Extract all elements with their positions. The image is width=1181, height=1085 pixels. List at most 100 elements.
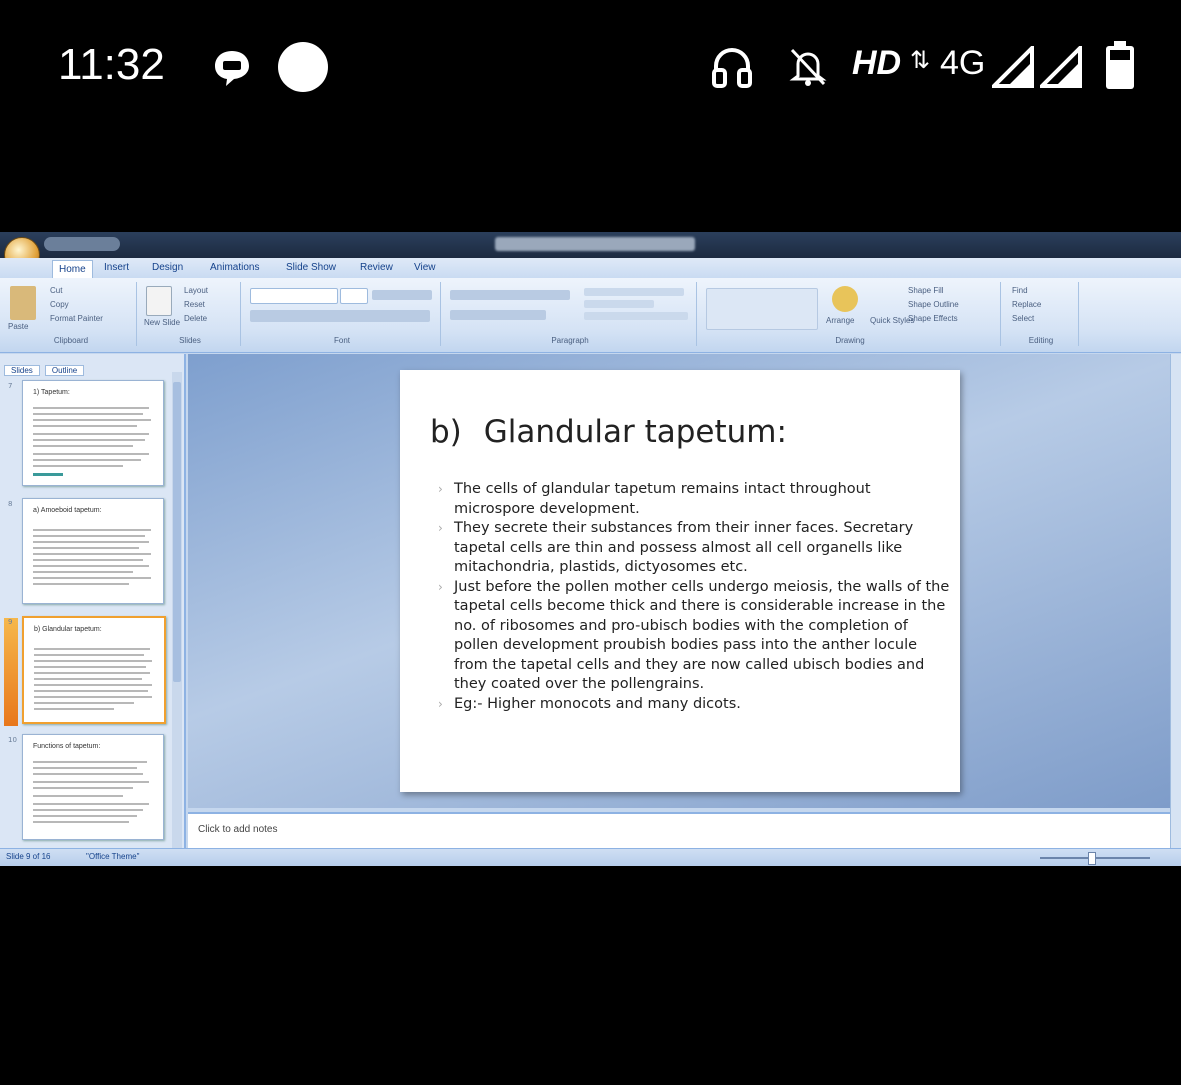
font-size-buttons[interactable]	[372, 290, 432, 300]
paste-label: Paste	[8, 322, 29, 331]
list-buttons[interactable]	[450, 290, 570, 300]
editing-group: Find Replace Select Editing	[1004, 282, 1079, 346]
thumbnail-number: 9	[8, 618, 13, 626]
clipboard-group: Paste Cut Copy Format Painter Clipboard	[6, 282, 137, 346]
slide-editing-area: b) Glandular tapetum: › The cells of gland…	[188, 354, 1170, 808]
slides-panel: Slides Outline 7 1) Tapetum: 8 a) Amoebo…	[0, 354, 186, 848]
paragraph-group: Paragraph	[444, 282, 697, 346]
tab-home[interactable]: Home	[52, 260, 93, 279]
align-text-button[interactable]	[584, 300, 654, 308]
thumbnail-number: 7	[8, 382, 13, 390]
font-format-buttons[interactable]	[250, 310, 430, 322]
powerpoint-window: Home Insert Design Animations Slide Show…	[0, 232, 1181, 866]
font-name-box[interactable]	[250, 288, 338, 304]
tab-insert[interactable]: Insert	[104, 262, 129, 273]
ribbon: Paste Cut Copy Format Painter Clipboard …	[0, 278, 1181, 353]
hd-indicator: HD	[852, 44, 902, 82]
bullet-item: › Eg:- Higher monocots and many dicots.	[438, 695, 741, 712]
shape-fill-button[interactable]: Shape Fill	[908, 286, 944, 295]
title-number: b)	[430, 414, 462, 450]
tab-review[interactable]: Review	[360, 262, 393, 273]
thumbnail-number: 8	[8, 500, 13, 508]
bullet-item: › Just before the pollen mother cells und…	[438, 578, 950, 693]
group-label: Paragraph	[551, 336, 589, 345]
selected-slide-marker	[4, 618, 18, 726]
shape-outline-button[interactable]: Shape Outline	[908, 300, 959, 309]
slide-counter: Slide 9 of 16	[6, 852, 51, 861]
android-status-bar: 11:32 HD ⇅ 4G	[0, 0, 1181, 140]
text-direction-button[interactable]	[584, 288, 684, 296]
headphones-icon	[712, 48, 752, 88]
select-button[interactable]: Select	[1012, 314, 1034, 323]
find-button[interactable]: Find	[1012, 286, 1028, 295]
tab-slides[interactable]: Slides	[4, 365, 40, 376]
group-label: Clipboard	[53, 336, 89, 345]
shape-effects-button[interactable]: Shape Effects	[908, 314, 958, 323]
slide-body[interactable]: › The cells of glandular tapetum remains …	[438, 480, 950, 714]
ribbon-tabs: Home Insert Design Animations Slide Show…	[0, 258, 1181, 279]
document-title	[495, 237, 695, 251]
slide-thumbnail[interactable]: a) Amoeboid tapetum:	[22, 498, 164, 604]
quick-access-toolbar[interactable]	[44, 237, 120, 251]
current-slide[interactable]: b) Glandular tapetum: › The cells of gland…	[400, 370, 960, 792]
arrange-label: Arrange	[826, 316, 855, 325]
new-slide-label: New Slide	[144, 318, 181, 327]
group-label: Font	[333, 336, 350, 345]
thumbnail-title: Functions of tapetum:	[33, 743, 101, 750]
data-arrows: ⇅	[910, 46, 931, 74]
layout-button[interactable]: Layout	[184, 286, 208, 295]
title-text: Glandular tapetum:	[483, 414, 787, 450]
notes-pane[interactable]: Click to add notes	[188, 812, 1170, 848]
slide-title[interactable]: b) Glandular tapetum:	[430, 414, 787, 450]
tab-slide-show[interactable]: Slide Show	[286, 262, 336, 273]
reset-button[interactable]: Reset	[184, 300, 205, 309]
arrange-icon[interactable]	[832, 286, 858, 312]
title-bar	[0, 232, 1181, 258]
panel-scrollbar[interactable]	[172, 372, 182, 848]
bullet-item: › The cells of glandular tapetum remains …	[438, 481, 871, 517]
thumbnail-title: b) Glandular tapetum:	[34, 626, 102, 633]
slide-scrollbar[interactable]	[1170, 354, 1181, 848]
copy-button[interactable]: Copy	[50, 300, 69, 309]
shapes-gallery[interactable]	[706, 288, 818, 330]
slide-thumbnail[interactable]: Functions of tapetum:	[22, 734, 164, 840]
thumbnail-title: a) Amoeboid tapetum:	[33, 507, 102, 514]
notes-placeholder: Click to add notes	[198, 824, 278, 835]
signal-icon	[992, 46, 1034, 88]
signal-icon	[1040, 46, 1082, 88]
thumbnail-number: 10	[8, 736, 17, 744]
font-size-box[interactable]	[340, 288, 368, 304]
replace-button[interactable]: Replace	[1012, 300, 1041, 309]
cut-button[interactable]: Cut	[50, 286, 62, 295]
theme-name: "Office Theme"	[86, 852, 140, 861]
paste-icon[interactable]	[10, 286, 36, 320]
zoom-slider-knob[interactable]	[1088, 852, 1096, 865]
battery-icon	[1106, 41, 1134, 89]
thumbnail-title: 1) Tapetum:	[33, 389, 70, 396]
clock: 11:32	[58, 40, 165, 89]
panel-tabs: Slides Outline	[4, 358, 85, 376]
tab-animations[interactable]: Animations	[210, 262, 259, 273]
font-group: Font	[244, 282, 441, 346]
circle-icon	[278, 42, 328, 92]
group-label: Slides	[179, 336, 201, 345]
drawing-group: Arrange Quick Styles Shape Fill Shape Ou…	[700, 282, 1001, 346]
bullet-item: › They secrete their substances from thei…	[438, 520, 914, 575]
message-icon	[215, 51, 249, 86]
align-buttons[interactable]	[450, 310, 546, 320]
format-painter-button[interactable]: Format Painter	[50, 314, 103, 323]
network-type: 4G	[940, 44, 986, 82]
ppt-status-bar: Slide 9 of 16 "Office Theme"	[0, 848, 1181, 866]
slide-thumbnail-selected[interactable]: b) Glandular tapetum:	[22, 616, 166, 724]
slide-thumbnail[interactable]: 1) Tapetum:	[22, 380, 164, 486]
group-label: Drawing	[835, 336, 865, 345]
new-slide-icon[interactable]	[146, 286, 172, 316]
tab-view[interactable]: View	[414, 262, 436, 273]
tab-outline[interactable]: Outline	[44, 365, 85, 376]
convert-smartart-button[interactable]	[584, 312, 688, 320]
slides-group: New Slide Layout Reset Delete Slides	[140, 282, 241, 346]
delete-button[interactable]: Delete	[184, 314, 207, 323]
tab-design[interactable]: Design	[152, 262, 183, 273]
bell-off-icon	[789, 48, 827, 86]
group-label: Editing	[1028, 336, 1054, 345]
